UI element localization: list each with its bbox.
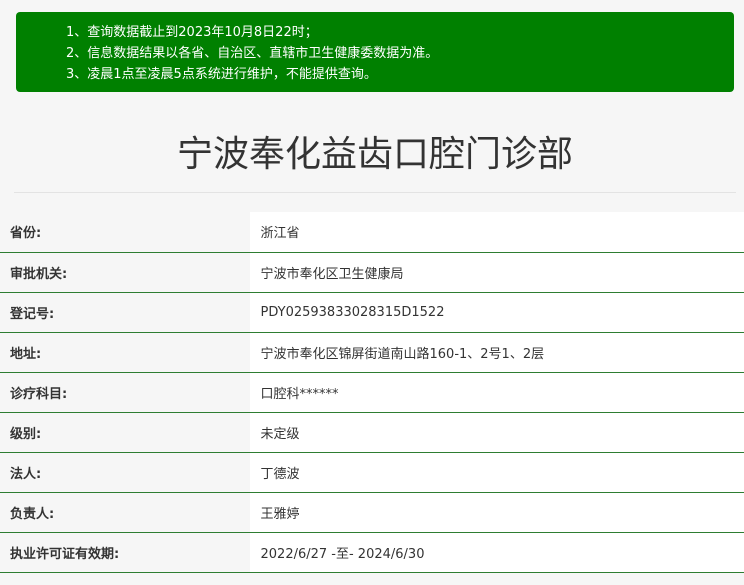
row-value: 王雅婷: [249, 492, 744, 533]
table-row-level: 级别: 未定级: [0, 412, 744, 453]
notice-line-2: 2、信息数据结果以各省、自治区、直辖市卫生健康委数据为准。: [66, 46, 439, 61]
row-value: 宁波市奉化区锦屏街道南山路160-1、2号1、2层: [249, 332, 744, 373]
row-value: 未定级: [249, 412, 744, 453]
row-value: 口腔科******: [249, 372, 744, 413]
row-label: 法人:: [0, 452, 250, 493]
page-title: 宁波奉化益齿口腔门诊部: [176, 134, 573, 175]
row-label: 登记号:: [0, 292, 250, 333]
row-label: 诊疗科目:: [0, 372, 250, 413]
row-value: 浙江省: [249, 212, 744, 253]
table-row-person-in-charge: 负责人: 王雅婷: [0, 492, 744, 533]
table-row-legal-person: 法人: 丁德波: [0, 452, 744, 493]
table-row-license-validity: 执业许可证有效期: 2022/6/27 -至- 2024/6/30: [0, 532, 744, 573]
table-row-registration-number: 登记号: PDY02593833028315D1522: [0, 292, 744, 333]
notice-banner: 1、查询数据截止到2023年10月8日22时； 2、信息数据结果以各省、自治区、…: [16, 12, 734, 92]
row-label: 负责人:: [0, 492, 250, 533]
row-value: 宁波市奉化区卫生健康局: [249, 252, 744, 293]
title-section: 宁波奉化益齿口腔门诊部: [14, 118, 736, 193]
row-value: PDY02593833028315D1522: [249, 292, 744, 333]
table-row-province: 省份: 浙江省: [0, 212, 744, 253]
notice-line-1: 1、查询数据截止到2023年10月8日22时；: [66, 25, 318, 40]
info-table: 省份: 浙江省 审批机关: 宁波市奉化区卫生健康局 登记号: PDY025938…: [0, 212, 744, 573]
row-label: 地址:: [0, 332, 250, 373]
row-value: 丁德波: [249, 452, 744, 493]
row-label: 执业许可证有效期:: [0, 532, 250, 573]
table-row-address: 地址: 宁波市奉化区锦屏街道南山路160-1、2号1、2层: [0, 332, 744, 373]
table-row-departments: 诊疗科目: 口腔科******: [0, 372, 744, 413]
row-label: 级别:: [0, 412, 250, 453]
row-value: 2022/6/27 -至- 2024/6/30: [249, 532, 744, 573]
table-row-approval-authority: 审批机关: 宁波市奉化区卫生健康局: [0, 252, 744, 293]
row-label: 省份:: [0, 212, 250, 253]
row-label: 审批机关:: [0, 252, 250, 293]
notice-line-3: 3、凌晨1点至凌晨5点系统进行维护，不能提供查询。: [66, 67, 377, 82]
